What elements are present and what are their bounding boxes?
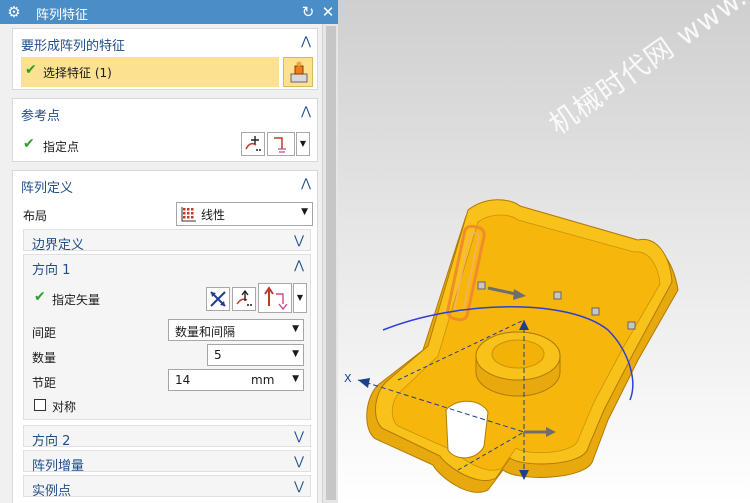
vector-dialog-button[interactable]: [232, 287, 256, 311]
section-reference-point: 参考点 ⋀ ✔ 指定点 ▼: [12, 98, 318, 162]
collapse-chevron-icon[interactable]: ⋀: [299, 174, 313, 192]
symmetric-label: 对称: [52, 400, 77, 414]
expand-chevron-icon[interactable]: ⋁: [292, 427, 306, 445]
point-type-icon: [274, 137, 286, 153]
layout-value: 线性: [201, 208, 226, 222]
expand-chevron-icon[interactable]: ⋁: [292, 477, 306, 495]
section-reference-header[interactable]: 参考点: [21, 105, 60, 124]
collapse-chevron-icon[interactable]: ⋀: [292, 256, 306, 274]
pitch-label: 节距: [32, 376, 57, 390]
section-definition-header[interactable]: 阵列定义: [21, 177, 73, 196]
section-features: 要形成阵列的特征 ⋀ ✔ 选择特征 (1): [12, 28, 318, 90]
select-feature-label: 选择特征 (1): [43, 66, 112, 80]
specify-vector-label: 指定矢量: [52, 293, 101, 307]
reverse-direction-icon: [210, 291, 226, 307]
vector-type-button[interactable]: [258, 283, 292, 313]
group-direction-1: 方向 1 ⋀ ✔ 指定矢量 ▼ 间距 数量和间隔 ▼ 数量 5 ▼ 节距 14 …: [23, 254, 311, 420]
layout-label: 布局: [23, 209, 48, 223]
pitch-value: 14: [175, 373, 191, 387]
point-type-button[interactable]: [267, 132, 295, 156]
spacing-select[interactable]: 数量和间隔 ▼: [168, 319, 304, 341]
count-input[interactable]: 5 ▼: [207, 344, 304, 366]
dropdown-arrow-icon: ▼: [292, 324, 299, 334]
boundary-header: 边界定义: [32, 238, 85, 253]
instance-header: 实例点: [32, 484, 72, 499]
dropdown-arrow-icon: ▼: [301, 207, 308, 217]
dialog-title-bar: ⚙ 阵列特征 ↻ ✕: [0, 0, 338, 24]
spacing-label: 间距: [32, 326, 57, 340]
linear-layout-icon: [181, 207, 196, 222]
vector-type-icon: [264, 286, 288, 311]
specify-point-label: 指定点: [43, 140, 80, 154]
dropdown-arrow-icon[interactable]: ▼: [292, 374, 299, 384]
section-pattern-definition: 阵列定义 ⋀ 布局 线性 ▼ 边界定义 ⋁ 方向 1 ⋀ ✔ 指定矢量 ▼ 间距…: [12, 170, 318, 503]
collapse-chevron-icon[interactable]: ⋀: [299, 102, 313, 120]
dialog-title: 阵列特征: [36, 8, 89, 23]
group-instance-points[interactable]: 实例点 ⋁: [23, 475, 311, 499]
point-plus-icon: [245, 136, 261, 151]
vector-type-dropdown[interactable]: ▼: [293, 283, 307, 313]
gear-icon[interactable]: ⚙: [5, 3, 23, 21]
direction1-header[interactable]: 方向 1: [32, 259, 70, 278]
pitch-input[interactable]: 14 mm ▼: [168, 369, 304, 391]
symmetric-checkbox[interactable]: [34, 399, 46, 411]
graphics-viewport[interactable]: X: [338, 0, 750, 503]
point-dialog-button[interactable]: [241, 132, 265, 156]
expand-chevron-icon[interactable]: ⋁: [292, 231, 306, 249]
select-feature-row[interactable]: ✔ 选择特征 (1): [21, 57, 279, 87]
count-value: 5: [214, 348, 222, 362]
x-axis-label: X: [344, 372, 352, 385]
group-pattern-increment[interactable]: 阵列增量 ⋁: [23, 450, 311, 474]
expand-chevron-icon[interactable]: ⋁: [292, 452, 306, 470]
count-label: 数量: [32, 351, 57, 365]
point-type-dropdown[interactable]: ▼: [296, 132, 310, 156]
collapse-chevron-icon[interactable]: ⋀: [299, 32, 313, 50]
section-features-header[interactable]: 要形成阵列的特征: [21, 35, 125, 54]
reverse-direction-button[interactable]: [206, 287, 230, 311]
check-icon: ✔: [25, 62, 37, 78]
direction2-header: 方向 2: [32, 434, 71, 449]
dropdown-arrow-icon[interactable]: ▼: [292, 349, 299, 359]
pitch-unit: mm: [251, 373, 275, 387]
group-direction-2[interactable]: 方向 2 ⋁: [23, 425, 311, 449]
spacing-value: 数量和间隔: [175, 325, 236, 339]
scrollbar-thumb[interactable]: [326, 26, 336, 500]
check-icon: ✔: [23, 136, 35, 152]
pattern-feature-dialog: ⚙ 阵列特征 ↻ ✕ 要形成阵列的特征 ⋀ ✔ 选择特征 (1) 参考点 ⋀ ✔…: [0, 0, 338, 503]
vector-constructor-icon: [236, 289, 252, 306]
check-icon: ✔: [34, 289, 46, 305]
dialog-scrollbar[interactable]: [322, 24, 338, 503]
group-boundary-definition[interactable]: 边界定义 ⋁: [23, 229, 311, 253]
part-model: [357, 199, 679, 493]
reset-icon[interactable]: ↻: [300, 3, 316, 21]
increment-header: 阵列增量: [32, 459, 85, 474]
close-icon[interactable]: ✕: [320, 3, 336, 21]
layout-select[interactable]: 线性 ▼: [176, 202, 313, 226]
select-feature-button[interactable]: [283, 57, 313, 87]
feature-select-icon: [290, 61, 308, 83]
